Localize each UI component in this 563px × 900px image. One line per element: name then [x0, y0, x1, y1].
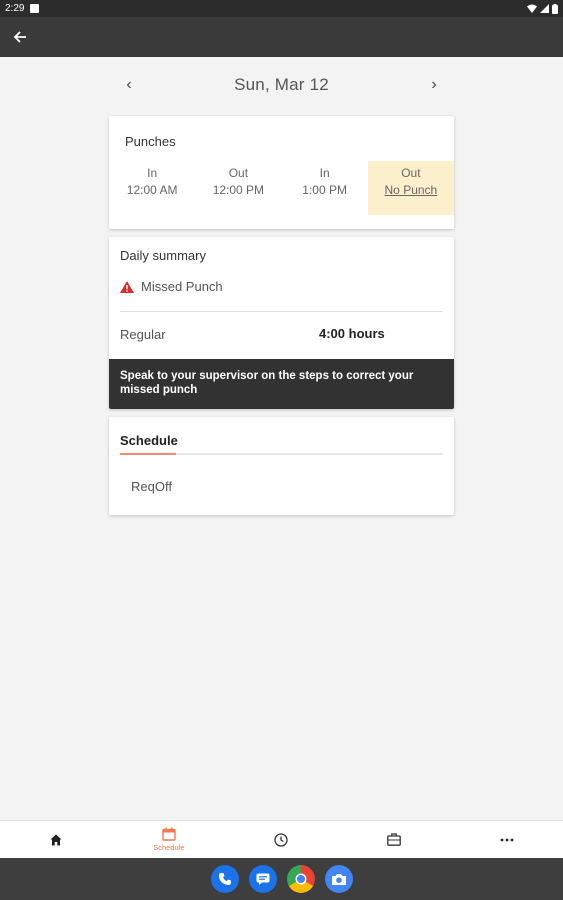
more-icon	[500, 838, 514, 841]
current-date: Sun, Mar 12	[234, 75, 329, 94]
battery-icon	[552, 3, 558, 14]
wifi-icon	[527, 4, 537, 13]
punch-type: In	[319, 166, 330, 180]
calendar-icon	[162, 827, 176, 841]
punch-type: In	[147, 166, 158, 180]
status-time: 2:29	[5, 3, 25, 14]
signal-icon	[540, 4, 549, 13]
regular-label: Regular	[120, 327, 166, 342]
schedule-entry: ReqOff	[131, 479, 172, 494]
warning-icon	[120, 280, 134, 293]
punch-type: Out	[228, 166, 249, 180]
daily-summary-title: Daily summary	[120, 248, 206, 263]
punch-item: In 12:00 AM	[109, 161, 195, 215]
next-day-button[interactable]: ›	[414, 70, 454, 100]
nav-more[interactable]	[450, 821, 563, 858]
nav-schedule[interactable]: Schedule	[113, 821, 226, 858]
message-icon	[256, 873, 269, 885]
punch-time: 12:00 PM	[212, 183, 265, 197]
tab-schedule[interactable]: Schedule	[120, 433, 178, 448]
punches-title: Punches	[125, 134, 176, 149]
bottom-navigation: Schedule	[0, 820, 563, 858]
arrow-left-icon	[13, 31, 26, 43]
chrome-icon	[295, 873, 306, 885]
nav-timecard[interactable]	[225, 821, 338, 858]
missed-punch-item[interactable]: Out No Punch	[367, 161, 454, 215]
punch-type: Out	[401, 166, 421, 180]
home-icon	[50, 834, 62, 845]
back-button[interactable]	[10, 27, 30, 47]
chrome-app[interactable]	[286, 865, 315, 893]
punch-item: Out 12:00 PM	[195, 161, 281, 215]
punches-card: Punches In 12:00 AM Out 12:00 PM In 1:00…	[109, 116, 454, 229]
camera-app[interactable]	[324, 865, 353, 893]
phone-app[interactable]	[210, 865, 239, 893]
punch-item: In 1:00 PM	[282, 161, 368, 215]
status-icons	[527, 3, 558, 14]
notification-icon	[30, 4, 40, 13]
status-bar: 2:29	[0, 0, 563, 17]
warning-text: Missed Punch	[141, 279, 223, 294]
regular-hours: 4:00 hours	[319, 326, 385, 341]
missed-punch-warning: Missed Punch	[120, 279, 223, 294]
no-punch-link[interactable]: No Punch	[385, 183, 438, 197]
nav-requests[interactable]	[338, 821, 451, 858]
tab-active-indicator	[120, 453, 176, 455]
nav-schedule-label: Schedule	[153, 843, 185, 852]
punch-time: 12:00 AM	[126, 183, 178, 197]
camera-icon	[331, 873, 346, 885]
system-dock	[0, 858, 563, 900]
punch-list: In 12:00 AM Out 12:00 PM In 1:00 PM Out …	[109, 161, 454, 215]
clock-icon	[274, 832, 289, 847]
snackbar-message: Speak to your supervisor on the steps to…	[109, 359, 454, 409]
schedule-card: Schedule ReqOff	[109, 417, 454, 515]
messages-app[interactable]	[248, 865, 277, 893]
nav-home[interactable]	[0, 821, 113, 858]
daily-summary-card: Daily summary Missed Punch Regular 4:00 …	[109, 237, 454, 409]
date-navigator: ‹ Sun, Mar 12 ›	[109, 70, 454, 100]
punch-time: 1:00 PM	[302, 183, 347, 197]
divider	[120, 311, 443, 312]
phone-icon	[218, 873, 231, 885]
briefcase-icon	[387, 833, 401, 846]
previous-day-button[interactable]: ‹	[109, 70, 149, 100]
app-bar	[0, 17, 563, 57]
